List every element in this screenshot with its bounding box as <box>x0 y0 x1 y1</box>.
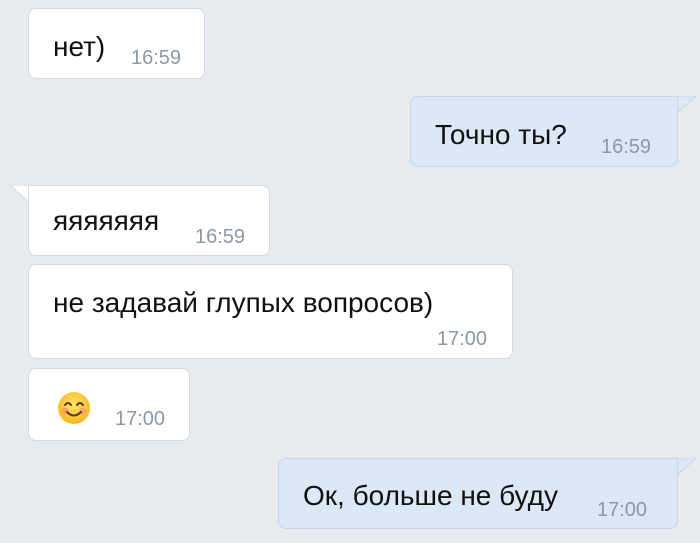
message-text: не задавай глупых вопросов) <box>53 287 434 318</box>
message-time: 16:59 <box>195 226 246 248</box>
message-bubble-incoming[interactable]: яяяяяяя 16:59 <box>28 185 270 256</box>
bubble-tail <box>676 96 697 115</box>
message-bubble-outgoing[interactable]: Ок, больше не буду 17:00 <box>278 458 678 529</box>
message-text: Точно ты? <box>435 119 567 150</box>
message-text: яяяяяяя <box>53 205 160 236</box>
message-time: 17:00 <box>115 408 166 430</box>
message-time: 16:59 <box>131 47 182 69</box>
message-bubble-incoming[interactable]: 17:00 <box>28 368 190 441</box>
message-bubble-incoming[interactable]: нет) 16:59 <box>28 8 205 79</box>
bubble-tail <box>676 458 697 477</box>
message-text: Ок, больше не буду <box>303 480 558 511</box>
message-time: 17:00 <box>437 328 488 350</box>
message-text: нет) <box>53 31 106 62</box>
message-time: 16:59 <box>601 136 652 158</box>
message-time: 17:00 <box>597 499 648 521</box>
message-bubble-outgoing[interactable]: Точно ты? 16:59 <box>410 96 678 167</box>
smiling-face-emoji-icon <box>58 392 90 424</box>
message-bubble-incoming[interactable]: не задавай глупых вопросов) 17:00 <box>28 264 513 359</box>
